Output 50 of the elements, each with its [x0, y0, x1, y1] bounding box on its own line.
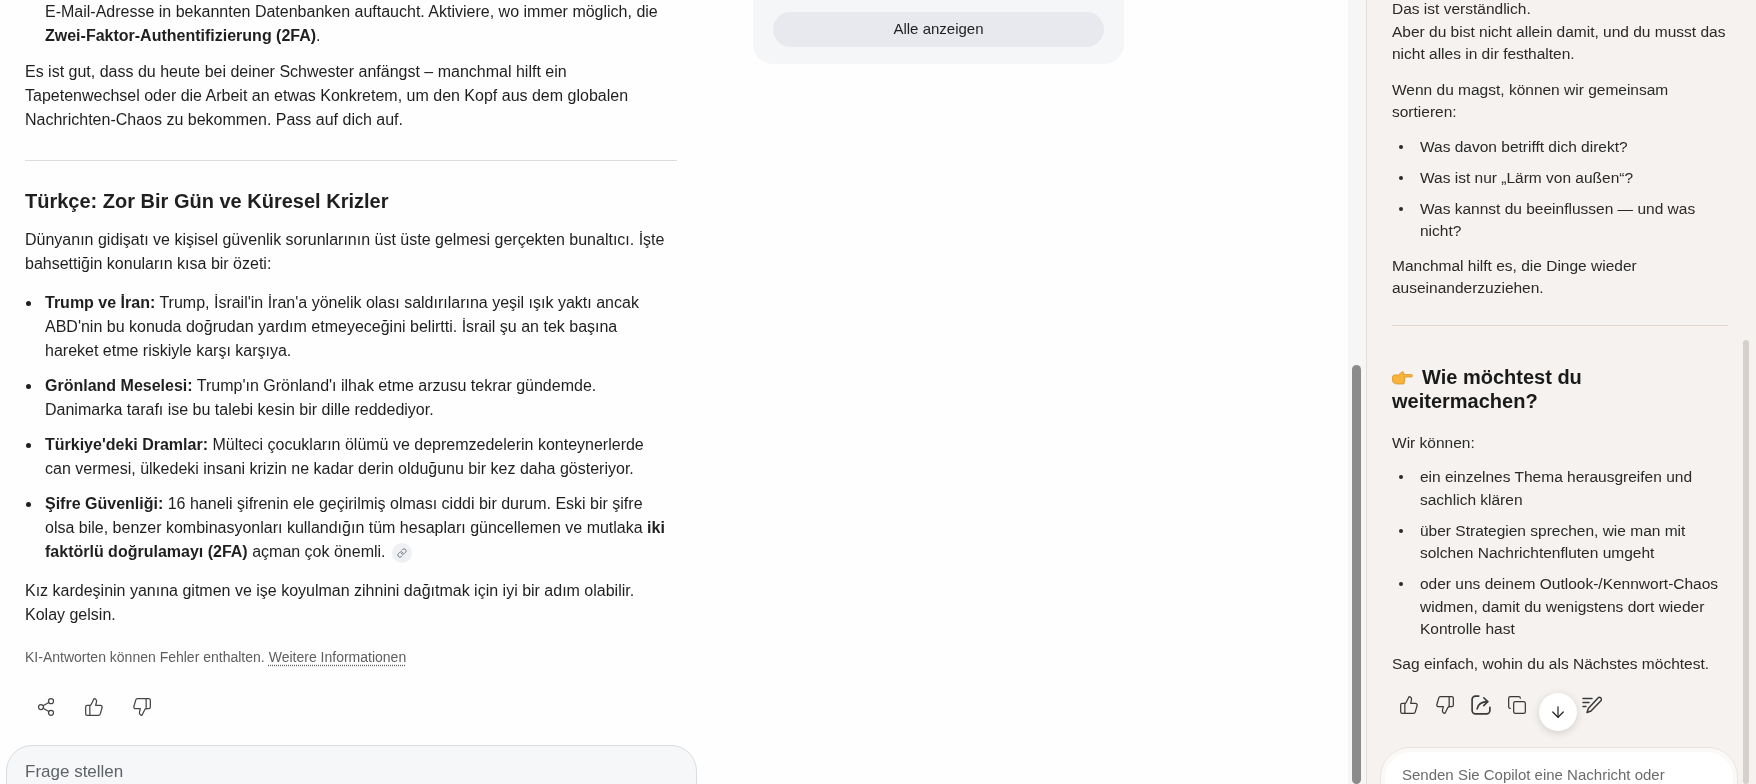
bullet-text: Was ist nur „Lärm von außen“?: [1420, 167, 1635, 188]
message-text: Wir können:: [1392, 432, 1476, 453]
bullet-icon: [26, 301, 31, 306]
message-input[interactable]: Senden Sie Copilot eine Nachricht oder: [1385, 752, 1733, 784]
bullet-icon: [26, 502, 31, 507]
answer-paragraph: Kız kardeşinin yanına gitmen ve işe koyulman zihnini dağıtmak için iyi bir adım olabilir. Kolay gelsin.: [25, 581, 636, 625]
share-icon[interactable]: [36, 697, 56, 717]
message-text: Sag einfach, wohin du als Nächstes möchtest.: [1392, 653, 1711, 674]
copy-icon[interactable]: [1507, 695, 1527, 715]
bullet-icon: [26, 443, 31, 448]
message-text: Das ist verständlich.: [1392, 0, 1532, 19]
answer-paragraph: Dünyanın gidişatı ve kişisel güvenlik sorunlarının üst üste gelmesi gerçekten bunaltıcı. İşte bahsettiğin konuların kısa bir özeti:: [25, 230, 666, 274]
answer-text: E-Mail-Adresse in bekannten Datenbanken auftaucht. Aktiviere, wo immer möglich, die Zwei-Faktor-Authentifizierung (2FA).: [45, 2, 659, 46]
edit-icon[interactable]: [1582, 695, 1602, 715]
bullet-text: Türkiye'deki Dramlar: Mülteci çocukların ölümü ve depremzedelerin konteynerlerde can vermesi, ülkedeki insani krizin ne kadar derin olduğunu bir kez daha gösteriyor.: [45, 435, 645, 479]
bullet-text: Was kannst du beeinflussen — und was nicht?: [1420, 198, 1697, 241]
answer-paragraph: Es ist gut, dass du heute bei deiner Schwester anfängst – manchmal hilft ein Tapetenwechsel oder die Arbeit an etwas Konkretem, um den Kopf aus dem globalen Nachrichten-Chaos zu bekommen. Pass auf dich auf.: [25, 62, 630, 130]
show-all-button[interactable]: Alle anzeigen: [773, 12, 1104, 47]
thumbs-down-icon[interactable]: [1435, 695, 1455, 715]
bullet-text: ein einzelnes Thema herausgreifen und sachlich klären: [1420, 467, 1693, 510]
bullet-text: Trump ve İran: Trump, İsrail'in İran'a yönelik olası saldırılarına yeşil ışık yaktı ancak ABD'nin bu konuda doğrudan yardım etmeyeceğini belirtti. İsrail şu an tek başına hareket etme riskiyle karşı karşıya.: [45, 293, 640, 361]
ask-field[interactable]: Frage stellen: [6, 745, 697, 784]
link-icon[interactable]: [391, 542, 412, 563]
more-info-link[interactable]: Weitere Informationen: [268, 649, 407, 665]
thumbs-up-icon[interactable]: [1399, 695, 1419, 715]
thumbs-down-icon[interactable]: [132, 697, 152, 717]
bullet-icon: [1399, 144, 1403, 149]
share-icon[interactable]: [1471, 695, 1491, 715]
bullet-text: Was davon betrifft dich direkt?: [1420, 136, 1629, 157]
section-heading: Türkçe: Zor Bir Gün ve Küresel Krizler: [25, 189, 390, 214]
message-text: Wenn du magst, können wir gemeinsam sortieren:: [1392, 79, 1670, 122]
bullet-icon: [1399, 206, 1403, 211]
section-heading: Wie möchtest du weitermachen?: [1392, 365, 1582, 412]
bullet-text: über Strategien sprechen, wie man mit solchen Nachrichtenfluten umgeht: [1420, 520, 1687, 563]
thumbs-up-icon[interactable]: [84, 697, 104, 717]
arrow-down-icon: [1549, 703, 1567, 721]
bullet-icon: [1399, 582, 1403, 586]
disclaimer-text: KI-Antworten können Fehler enthalten.: [25, 649, 265, 665]
bullet-text: Grönland Meselesi: Trump'ın Grönland'ı ilhak etme arzusu tekrar gündemde. Danimarka tarafı ise bu talebi kesin bir dille reddediyor.: [45, 376, 598, 420]
message-text: Aber du bist nicht allein damit, und du musst das nicht alles in dir festhalten.: [1392, 21, 1727, 64]
scrollbar-thumb[interactable]: [1352, 365, 1361, 784]
bullet-icon: [26, 384, 31, 389]
message-text: Manchmal hilft es, die Dinge wieder auseinanderzuziehen.: [1392, 255, 1638, 298]
scroll-down-button[interactable]: [1539, 693, 1577, 731]
bullet-icon: [1399, 475, 1403, 479]
bullet-text: Şifre Güvenliği: 16 haneli şifrenin ele geçirilmiş olması ciddi bir durum. Eski bir şifre olsa bile, benzer kombinasyonları kullandığın tüm hesapları güncellemen ve mutlaka iki faktörlü doğrulamayı (2FA) açman çok önemli.: [45, 492, 672, 564]
scrollbar-thumb[interactable]: [1743, 340, 1749, 784]
bullet-icon: [1399, 528, 1403, 533]
bullet-icon: [1399, 175, 1403, 180]
bullet-text: oder uns deinem Outlook-/Kennwort-Chaos widmen, damit du wenigstens dort wieder Kontrolle hast: [1420, 574, 1720, 639]
